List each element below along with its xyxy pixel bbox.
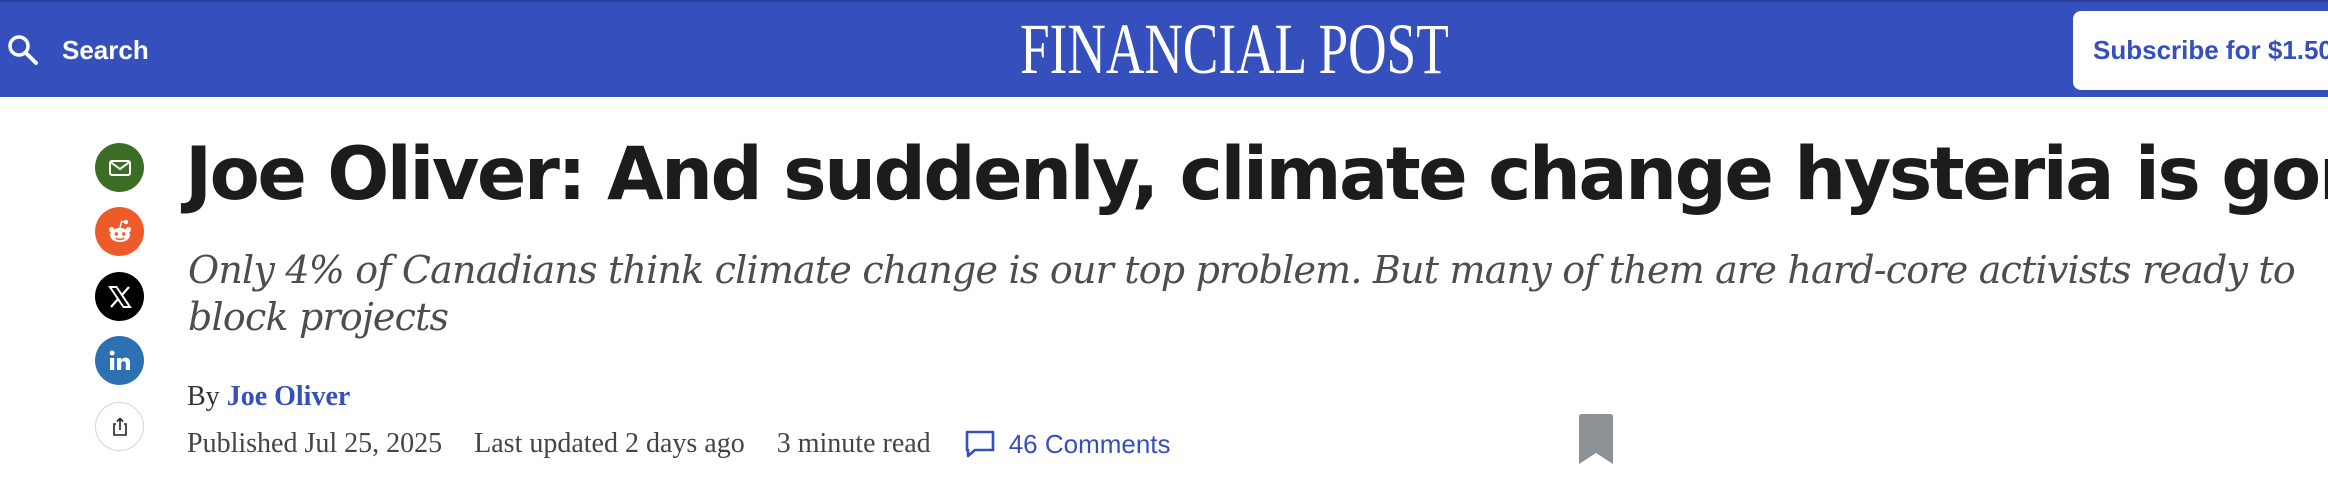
financial-post-logo[interactable]: FINANCIAL POST [1020,12,1449,86]
article-meta: Published Jul 25, 2025 Last updated 2 da… [187,426,1171,462]
comment-icon [965,430,994,458]
reddit-icon [108,219,131,242]
share-icon [112,416,127,436]
search-button[interactable]: Search [6,30,149,70]
x-icon [107,285,132,308]
linkedin-icon [109,350,130,370]
top-navigation-bar: Search FINANCIAL POST Subscribe for $1.5… [0,0,2328,97]
byline: By Joe Oliver [187,381,350,413]
share-more-button[interactable] [95,402,144,451]
subscribe-button[interactable]: Subscribe for $1.50/ [2073,11,2328,90]
search-label: Search [62,34,149,65]
share-email-button[interactable] [95,143,144,192]
bookmark-icon[interactable] [1579,414,1613,464]
share-x-button[interactable] [95,272,144,321]
author-link[interactable]: Joe Oliver [227,381,351,412]
last-updated: Last updated 2 days ago [474,428,745,459]
published-date: Published Jul 25, 2025 [187,428,443,459]
comments-count: 46 Comments [1008,428,1171,459]
share-reddit-button[interactable] [95,207,144,256]
comments-link[interactable]: 46 Comments [963,427,1171,461]
share-linkedin-button[interactable] [95,336,144,385]
byline-prefix: By [187,381,220,412]
article-subheadline: Only 4% of Canadians think climate chang… [188,248,2296,339]
article-headline: Joe Oliver: And suddenly, climate change… [185,132,2328,217]
email-icon [108,159,131,176]
read-time: 3 minute read [776,428,931,459]
search-icon [8,35,38,65]
